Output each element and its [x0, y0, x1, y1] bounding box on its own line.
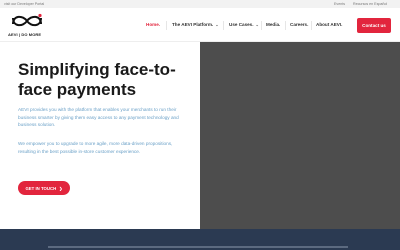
nav-media[interactable]: Media. — [266, 22, 280, 28]
contact-us-button[interactable]: Contact us — [357, 18, 391, 33]
logo-tagline: AEVI | DO MORE — [8, 32, 42, 37]
chevron-down-icon: ⌄ — [255, 22, 259, 27]
spanish-resources-link[interactable]: Recursos en Español — [353, 1, 387, 7]
next-section-band — [0, 229, 400, 250]
aevi-logo[interactable]: AEVI | DO MORE — [8, 12, 48, 40]
nav-aevi-platform[interactable]: The AEVI Platform. ⌄ — [172, 22, 219, 28]
nav-use-cases-label: Use Cases. — [229, 22, 254, 27]
nav-divider — [285, 21, 286, 30]
nav-divider — [166, 21, 167, 30]
nav-careers[interactable]: Careers. — [290, 22, 308, 28]
events-link[interactable]: Events — [334, 1, 345, 7]
hero-paragraph-2: We empower you to upgrade to more agile,… — [18, 141, 173, 154]
hero-paragraph-1: AEVI provides you with the platform that… — [18, 107, 179, 127]
site-header: AEVI | DO MORE Home. The AEVI Platform. ⌄… — [0, 8, 400, 42]
nav-aevi-platform-label: The AEVI Platform. — [172, 22, 214, 27]
hero-image — [200, 42, 400, 229]
nav-about[interactable]: About AEVI. — [316, 22, 342, 28]
get-in-touch-label: GET IN TOUCH — [25, 185, 57, 191]
nav-divider — [311, 21, 312, 30]
nav-home-label: Home. — [146, 22, 161, 27]
nav-media-label: Media. — [266, 22, 281, 27]
top-utility-bar: visit our Developer Portal Events Recurs… — [0, 0, 400, 8]
nav-about-label: About AEVI. — [316, 22, 343, 27]
chevron-down-icon: ⌄ — [215, 22, 219, 27]
hero-headline: Simplifying face-to-face payments — [18, 60, 176, 99]
nav-divider — [223, 21, 224, 30]
arrow-right-icon: ❯ — [59, 185, 63, 191]
nav-use-cases[interactable]: Use Cases. ⌄ — [229, 22, 259, 28]
developer-portal-link[interactable]: visit our Developer Portal — [4, 1, 44, 7]
nav-careers-label: Careers. — [290, 22, 309, 27]
next-section-text-strip — [48, 246, 348, 248]
aevi-logo-mark — [12, 13, 42, 27]
get-in-touch-button[interactable]: GET IN TOUCH ❯ — [18, 181, 70, 195]
nav-divider — [261, 21, 262, 30]
nav-home[interactable]: Home. — [146, 22, 160, 28]
